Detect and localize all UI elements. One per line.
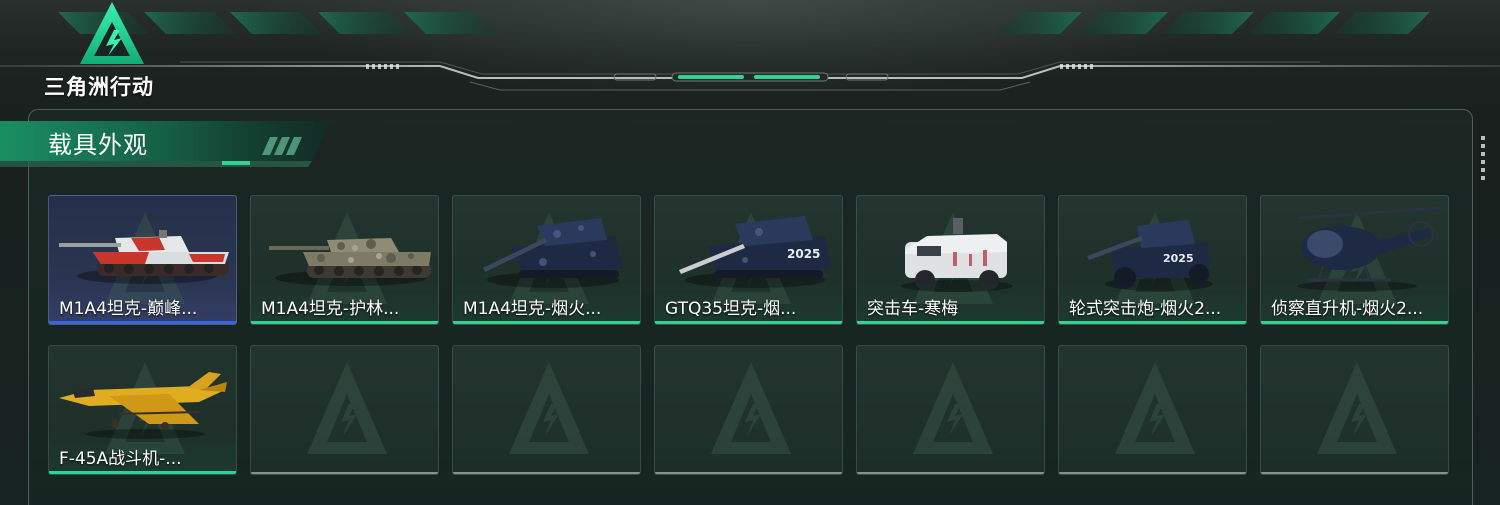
vehicle-skin-card[interactable]: 2025 GTQ35坦克-烟... [654,195,843,325]
watermark-logo-icon [509,362,589,454]
slot-underline [857,472,1044,474]
vehicle-skin-card[interactable]: M1A4坦克-烟火... [452,195,641,325]
vehicle-skin-label: 侦察直升机-烟火2... [1271,299,1424,319]
header-decoration [0,12,1500,91]
vehicle-skin-screen: 三角洲行动 载具外观 M1A4坦克-巅峰... M1A4坦克-护林... M1A… [0,0,1500,505]
vehicle-skin-card[interactable]: 2025 轮式突击炮-烟火2... [1058,195,1247,325]
slot-underline [49,471,236,474]
vehicle-skin-label: GTQ35坦克-烟... [665,299,797,319]
slot-underline [1059,321,1246,324]
vehicle-skin-label: 轮式突击炮-烟火2... [1069,299,1222,319]
slot-underline [1261,321,1448,324]
svg-text:2025: 2025 [787,247,820,261]
vehicle-skin-grid: M1A4坦克-巅峰... M1A4坦克-护林... M1A4坦克-烟火... 2… [48,195,1450,475]
slot-underline [453,472,640,474]
watermark-logo-icon [307,362,387,454]
vehicle-skin-label: M1A4坦克-烟火... [463,299,602,319]
vehicle-skin-label: 突击车-寒梅 [867,299,959,319]
vehicle-skin-card[interactable]: M1A4坦克-护林... [250,195,439,325]
empty-skin-slot[interactable] [452,345,641,475]
vehicle-skin-label: F-45A战斗机-... [59,449,182,469]
empty-skin-slot[interactable] [654,345,843,475]
selected-indicator [49,321,236,324]
vehicle-skin-label: M1A4坦克-护林... [261,299,400,319]
watermark-logo-icon [913,362,993,454]
slot-underline [1261,472,1448,474]
vehicle-skin-card[interactable]: 侦察直升机-烟火2... [1260,195,1449,325]
slot-underline [251,321,438,324]
slot-underline [655,472,842,474]
empty-skin-slot[interactable] [250,345,439,475]
watermark-logo-icon [711,362,791,454]
slot-underline [453,321,640,324]
empty-skin-slot[interactable] [856,345,1045,475]
vehicle-skin-card[interactable]: F-45A战斗机-... [48,345,237,475]
slot-underline [655,321,842,324]
vehicle-skin-card[interactable]: 突击车-寒梅 [856,195,1045,325]
slot-underline [251,472,438,474]
watermark-logo-icon [1115,362,1195,454]
watermark-logo-icon [1317,362,1397,454]
vehicle-skin-label: M1A4坦克-巅峰... [59,299,198,319]
vehicle-skin-card[interactable]: M1A4坦克-巅峰... [48,195,237,325]
game-logo-text: 三角洲行动 [44,75,154,99]
empty-skin-slot[interactable] [1260,345,1449,475]
panel-edge-decoration [1481,136,1485,180]
slot-underline [1059,472,1246,474]
section-title: 载具外观 [48,131,148,159]
empty-skin-slot[interactable] [1058,345,1247,475]
slot-underline [857,321,1044,324]
svg-text:2025: 2025 [1163,252,1194,265]
